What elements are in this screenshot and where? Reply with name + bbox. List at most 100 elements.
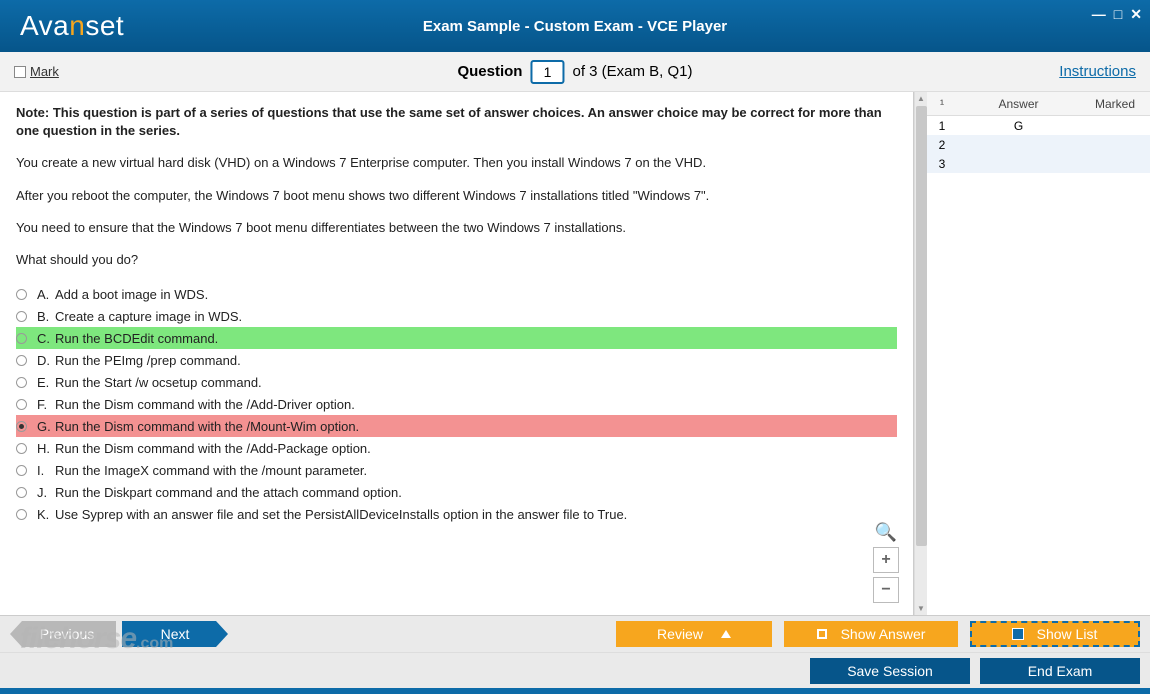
window-controls: — □ ✕: [1092, 6, 1142, 23]
brand-n: n: [69, 10, 85, 41]
radio-icon[interactable]: [16, 487, 27, 498]
question-para4: What should you do?: [16, 251, 897, 269]
choice-text: Run the Diskpart command and the attach …: [55, 485, 402, 500]
choice-letter: A.: [37, 287, 55, 302]
show-answer-button[interactable]: Show Answer: [784, 621, 958, 647]
question-note: Note: This question is part of a series …: [16, 104, 897, 140]
mark-checkbox[interactable]: [14, 66, 26, 78]
col-marked: Marked: [1080, 92, 1150, 115]
scroll-down-icon[interactable]: ▼: [915, 602, 927, 615]
choice-text: Create a capture image in WDS.: [55, 309, 242, 324]
radio-icon[interactable]: [16, 443, 27, 454]
previous-button[interactable]: Previous: [10, 621, 116, 647]
choice-text: Run the Dism command with the /Add-Packa…: [55, 441, 371, 456]
answer-choice[interactable]: H.Run the Dism command with the /Add-Pac…: [16, 437, 897, 459]
choice-letter: B.: [37, 309, 55, 324]
choice-letter: D.: [37, 353, 55, 368]
choice-letter: F.: [37, 397, 55, 412]
answer-choice[interactable]: G.Run the Dism command with the /Mount-W…: [16, 415, 897, 437]
square-filled-icon: [1013, 629, 1023, 639]
question-para2: After you reboot the computer, the Windo…: [16, 187, 897, 205]
radio-icon[interactable]: [16, 311, 27, 322]
answer-list-row[interactable]: 3: [927, 154, 1150, 173]
review-label: Review: [657, 626, 703, 642]
choice-letter: K.: [37, 507, 55, 522]
brand-right: set: [85, 10, 124, 41]
answer-choice[interactable]: K.Use Syprep with an answer file and set…: [16, 503, 897, 525]
choice-text: Run the ImageX command with the /mount p…: [55, 463, 367, 478]
row-number: 1: [927, 119, 957, 133]
question-label: Question: [457, 63, 522, 80]
radio-icon[interactable]: [16, 399, 27, 410]
question-number-input[interactable]: [530, 60, 564, 84]
next-button[interactable]: Next: [122, 621, 228, 647]
col-answer: Answer: [957, 92, 1080, 115]
radio-icon[interactable]: [16, 509, 27, 520]
scroll-up-icon[interactable]: ▲: [915, 92, 927, 105]
zoom-controls: 🔍 + −: [873, 522, 899, 603]
scroll-thumb[interactable]: [916, 106, 927, 546]
choice-text: Run the PEImg /prep command.: [55, 353, 241, 368]
choice-text: Run the BCDEdit command.: [55, 331, 218, 346]
end-exam-button[interactable]: End Exam: [980, 658, 1140, 684]
choice-text: Run the Dism command with the /Mount-Wim…: [55, 419, 359, 434]
square-icon: [817, 629, 827, 639]
answer-choice[interactable]: B.Create a capture image in WDS.: [16, 305, 897, 327]
radio-icon[interactable]: [16, 355, 27, 366]
col-number: ¹: [927, 92, 957, 115]
minimize-icon[interactable]: —: [1092, 6, 1106, 23]
choice-letter: E.: [37, 375, 55, 390]
row-number: 2: [927, 138, 957, 152]
brand-left: Ava: [20, 10, 69, 41]
answer-choice[interactable]: J.Run the Diskpart command and the attac…: [16, 481, 897, 503]
radio-icon[interactable]: [16, 333, 27, 344]
choice-text: Run the Dism command with the /Add-Drive…: [55, 397, 355, 412]
instructions-link[interactable]: Instructions: [1059, 63, 1136, 80]
choice-letter: J.: [37, 485, 55, 500]
answer-list-row[interactable]: 2: [927, 135, 1150, 154]
radio-icon[interactable]: [16, 377, 27, 388]
bottom-accent: [0, 688, 1150, 694]
triangle-up-icon: [721, 630, 731, 638]
footer-bar: Save Session End Exam: [0, 652, 1150, 688]
question-indicator: Question of 3 (Exam B, Q1): [457, 60, 692, 84]
title-bar: Avanset Exam Sample - Custom Exam - VCE …: [0, 0, 1150, 52]
show-answer-label: Show Answer: [841, 626, 926, 642]
navigation-bar: Previous Next Review Show Answer Show Li…: [0, 616, 1150, 652]
radio-icon[interactable]: [16, 289, 27, 300]
review-button[interactable]: Review: [616, 621, 772, 647]
question-toolbar: Mark Question of 3 (Exam B, Q1) Instruct…: [0, 52, 1150, 92]
zoom-in-button[interactable]: +: [873, 547, 899, 573]
choice-letter: G.: [37, 419, 55, 434]
choice-letter: C.: [37, 331, 55, 346]
magnifier-icon[interactable]: 🔍: [875, 522, 897, 543]
question-para1: You create a new virtual hard disk (VHD)…: [16, 154, 897, 172]
question-total-text: of 3 (Exam B, Q1): [572, 63, 692, 80]
choice-letter: H.: [37, 441, 55, 456]
maximize-icon[interactable]: □: [1114, 6, 1122, 23]
question-para3: You need to ensure that the Windows 7 bo…: [16, 219, 897, 237]
close-icon[interactable]: ✕: [1130, 6, 1142, 23]
main-area: Note: This question is part of a series …: [0, 92, 1150, 616]
answer-list-panel: ¹ Answer Marked 1G23: [927, 92, 1150, 615]
answer-list-row[interactable]: 1G: [927, 116, 1150, 135]
zoom-out-button[interactable]: −: [873, 577, 899, 603]
answer-choice[interactable]: D.Run the PEImg /prep command.: [16, 349, 897, 371]
radio-icon[interactable]: [16, 465, 27, 476]
answer-choice[interactable]: C.Run the BCDEdit command.: [16, 327, 897, 349]
answer-choice[interactable]: I.Run the ImageX command with the /mount…: [16, 459, 897, 481]
choice-letter: I.: [37, 463, 55, 478]
show-list-label: Show List: [1037, 626, 1098, 642]
mark-label[interactable]: Mark: [30, 64, 59, 79]
show-list-button[interactable]: Show List: [970, 621, 1140, 647]
row-answer: G: [957, 119, 1080, 133]
save-session-button[interactable]: Save Session: [810, 658, 970, 684]
choice-text: Add a boot image in WDS.: [55, 287, 208, 302]
answer-choice[interactable]: E.Run the Start /w ocsetup command.: [16, 371, 897, 393]
vertical-scrollbar[interactable]: ▲ ▼: [914, 92, 927, 615]
radio-icon[interactable]: [16, 421, 27, 432]
answer-choice[interactable]: A.Add a boot image in WDS.: [16, 283, 897, 305]
brand-logo: Avanset: [0, 10, 124, 42]
question-content: Note: This question is part of a series …: [0, 92, 914, 615]
answer-choice[interactable]: F.Run the Dism command with the /Add-Dri…: [16, 393, 897, 415]
